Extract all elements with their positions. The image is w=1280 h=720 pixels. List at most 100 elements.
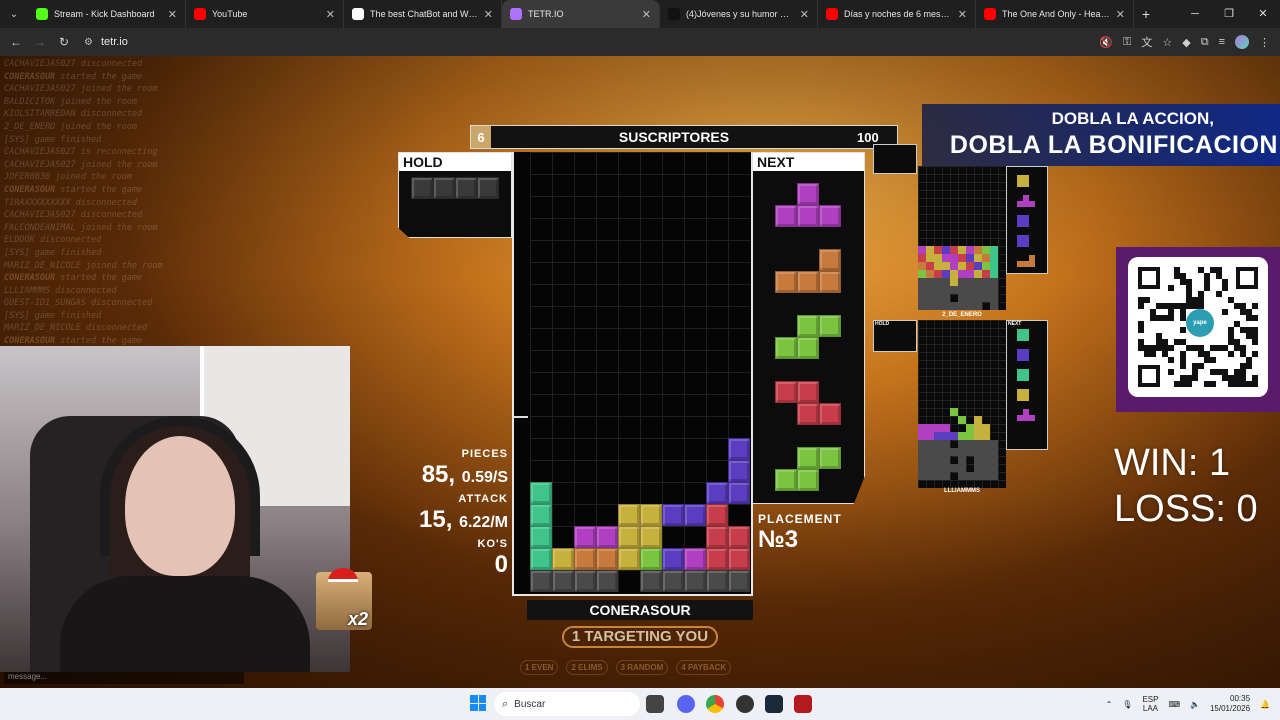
extension-diamond-icon[interactable]: ◆ — [1182, 36, 1190, 49]
minimize-icon[interactable]: ─ — [1178, 0, 1212, 28]
network-icon[interactable]: ⌨ — [1168, 700, 1180, 709]
url-text: tetr.io — [100, 36, 128, 48]
opponent-cell — [974, 416, 982, 424]
opponent-1-next — [1006, 166, 1048, 274]
browser-tab[interactable]: Días y noches de 6 meses - You ✕ — [818, 0, 976, 28]
opponent-cell — [926, 464, 934, 472]
url-field[interactable]: ⚙ tetr.io — [84, 31, 1144, 53]
steam-icon[interactable] — [765, 695, 783, 713]
chrome-icon[interactable] — [706, 695, 724, 713]
chat-text: CACHAVIEJAS027 joined the room — [4, 84, 158, 95]
reload-icon[interactable]: ↻ — [52, 35, 76, 49]
hold-panel: HOLD — [398, 152, 512, 238]
loss-count: LOSS: 0 — [1114, 488, 1258, 530]
tab-close-icon[interactable]: ✕ — [168, 8, 177, 21]
microphone-icon[interactable]: 🎙 — [1122, 700, 1132, 709]
browser-tab[interactable]: Stream - Kick Dashboard ✕ — [28, 0, 186, 28]
goal-title: SUSCRIPTORES — [618, 129, 730, 145]
clock[interactable]: 00:35 15/01/2026 — [1210, 694, 1250, 714]
browser-tab[interactable]: (4)Jóvenes y su humor en el Liv ✕ — [660, 0, 818, 28]
maximize-icon[interactable]: ❐ — [1212, 0, 1246, 28]
opponent-1-hold — [873, 144, 917, 174]
extensions-puzzle-icon[interactable]: ⧉ — [1201, 36, 1209, 49]
santa-hat-icon — [328, 568, 358, 582]
opponent-cell — [926, 440, 934, 448]
opponent-cell — [958, 440, 966, 448]
opponent-cell — [934, 254, 942, 262]
tab-close-icon[interactable]: ✕ — [800, 8, 809, 21]
hold-piece-cell — [433, 177, 455, 199]
browser-tab[interactable]: TETR.IO ✕ — [502, 0, 660, 28]
opponent-cell — [942, 424, 950, 432]
opponent-cell — [982, 432, 990, 440]
chat-line: FALCONDEANIMAL joined the room — [4, 222, 326, 235]
next-piece-cell — [797, 205, 819, 227]
discord-icon[interactable] — [677, 695, 695, 713]
browser-tab[interactable]: The best ChatBot and Widg ✕ — [344, 0, 502, 28]
tray-chevron-icon[interactable]: ⌃ — [1106, 700, 1113, 709]
strategy-option[interactable]: 1 EVEN — [520, 660, 559, 675]
opponent-cell — [966, 246, 974, 254]
password-key-icon[interactable]: ⚿ — [1123, 36, 1131, 49]
opponent-cell — [958, 294, 966, 302]
opponent-cell — [982, 294, 990, 302]
chat-line: JOFER0830 joined the room — [4, 171, 326, 184]
site-info-icon[interactable]: ⚙ — [84, 37, 93, 48]
new-tab-button[interactable]: + — [1134, 6, 1158, 22]
opponent-cell — [926, 286, 934, 294]
close-window-icon[interactable]: ✕ — [1246, 0, 1280, 28]
menu-kebab-icon[interactable]: ⋮ — [1259, 36, 1270, 49]
browser-tab[interactable]: YouTube ✕ — [186, 0, 344, 28]
strategy-option[interactable]: 4 PAYBACK — [676, 660, 732, 675]
mute-site-icon[interactable]: 🔇 — [1099, 36, 1113, 49]
chat-line: ELDOOK disconnected — [4, 234, 326, 247]
chat-text: LLLIAMMMS disconnected — [4, 285, 117, 296]
opponent-2-hold-label: HOLD — [875, 321, 890, 327]
goal-current: 6 — [471, 126, 491, 148]
tab-search-chevron-icon[interactable]: ⌄ — [0, 0, 28, 28]
language-indicator[interactable]: ESP LAA — [1142, 695, 1158, 713]
tab-close-icon[interactable]: ✕ — [484, 8, 493, 21]
lang-bottom: LAA — [1142, 704, 1159, 713]
bookmark-star-icon[interactable]: ☆ — [1162, 36, 1172, 49]
opponent-cell — [990, 464, 998, 472]
windows-start-icon[interactable] — [470, 695, 486, 711]
chat-message-input[interactable]: message... — [4, 670, 244, 684]
opponent-cell — [934, 448, 942, 456]
obs-icon[interactable] — [736, 695, 754, 713]
opponent-cell — [918, 286, 926, 294]
qr-module — [1168, 315, 1174, 321]
tab-title: The One And Only - HeatoN (C — [1002, 9, 1110, 19]
app-icon[interactable] — [794, 695, 812, 713]
strategy-option[interactable]: 2 ELIMS — [566, 660, 608, 675]
tab-close-icon[interactable]: ✕ — [958, 8, 967, 21]
opponent-cell — [950, 408, 958, 416]
reading-list-icon[interactable]: ≡ — [1219, 36, 1225, 48]
chat-text: started the game — [60, 336, 143, 347]
opponent-cell — [934, 270, 942, 278]
tab-close-icon[interactable]: ✕ — [642, 8, 651, 21]
chat-line: CACHAVIEJAS027 is reconnecting — [4, 146, 326, 159]
taskbar-search[interactable]: ⌕ Buscar — [494, 692, 640, 716]
tab-close-icon[interactable]: ✕ — [1116, 8, 1125, 21]
tab-favicon-icon — [510, 8, 522, 20]
opponent-cell — [934, 440, 942, 448]
board-cell — [728, 482, 750, 504]
next-piece-cell — [775, 271, 797, 293]
opponent-cell — [926, 262, 934, 270]
opponent-cell — [942, 464, 950, 472]
strategy-option[interactable]: 3 RANDOM — [615, 660, 669, 675]
notifications-icon[interactable]: 🔔 — [1260, 700, 1270, 709]
back-icon[interactable]: ← — [4, 35, 28, 49]
task-view-icon[interactable] — [646, 695, 664, 713]
volume-icon[interactable]: 🔈 — [1190, 700, 1200, 709]
browser-tab[interactable]: The One And Only - HeatoN (C ✕ — [976, 0, 1134, 28]
tab-close-icon[interactable]: ✕ — [326, 8, 335, 21]
opponent-cell — [990, 440, 998, 448]
attack-stat: 15, 6.22/M — [400, 505, 508, 538]
translate-icon[interactable]: 文 — [1141, 34, 1152, 50]
profile-avatar[interactable] — [1235, 35, 1249, 49]
opponent-cell — [990, 246, 998, 254]
forward-icon[interactable]: → — [28, 35, 52, 49]
opponent-cell — [950, 270, 958, 278]
